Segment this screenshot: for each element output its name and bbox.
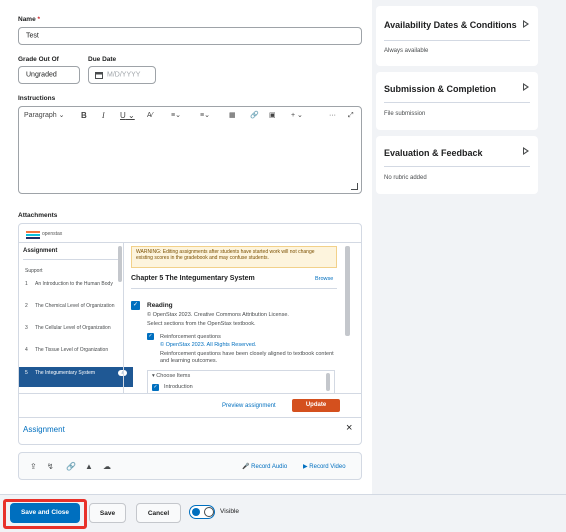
instructions-editor[interactable]: Paragraph ⌄ B I U ⌄ A⁄ ≡⌄ ≡⌄ ▦ 🔗 ▣ + ⌄ ·… — [18, 106, 362, 194]
instructions-label: Instructions — [18, 95, 56, 102]
link-attach-icon[interactable]: 🔗 — [66, 462, 76, 471]
attachment-tools-bar: ⇪ ↯ 🔗 ▲ ☁ 🎤 Record Audio ▶ Record Video — [18, 452, 362, 480]
content-scrollbar[interactable] — [345, 246, 350, 336]
more-actions-button[interactable]: ··· — [329, 110, 336, 122]
attachments-label: Attachments — [18, 212, 58, 219]
record-video-button[interactable]: ▶ Record Video — [303, 463, 346, 470]
chapter-item-2[interactable]: 2 The Chemical Level of Organization — [19, 302, 133, 320]
link-icon[interactable]: 🔗 — [250, 110, 259, 122]
choose-items-box: ▾ Choose Items ✓ Introduction — [147, 370, 335, 394]
footer-bar: Save and Close Save Cancel Visible — [0, 494, 566, 532]
warning-banner: WARNING: Editing assignments after stude… — [131, 246, 337, 268]
list-icon[interactable]: ≡⌄ — [200, 110, 210, 122]
bold-button[interactable]: B — [81, 110, 87, 122]
expand-arrow-icon[interactable] — [523, 83, 529, 91]
chapter-item-1[interactable]: 1 An Introduction to the Human Body — [19, 280, 133, 298]
insert-more-icon[interactable]: + ⌄ — [291, 110, 303, 122]
microphone-icon: 🎤 — [242, 464, 250, 470]
reinforcement-description: Reinforcement questions have been closel… — [160, 351, 334, 364]
chapter-item-3[interactable]: 3 The Cellular Level of Organization — [19, 324, 133, 342]
text-color-icon[interactable]: A⁄ — [147, 110, 153, 122]
name-input[interactable]: Test — [18, 27, 362, 45]
calendar-icon — [95, 72, 103, 79]
resize-handle[interactable] — [351, 183, 358, 190]
italic-button[interactable]: I — [102, 110, 105, 122]
reinforcement-checkbox[interactable]: ✓ — [147, 333, 154, 340]
attachment-panel: openstax Assignment Support 1 An Introduc… — [18, 223, 362, 445]
intro-item-label: Introduction — [164, 384, 193, 390]
due-date-input[interactable]: M/D/YYYY — [88, 66, 156, 84]
sidebar-scrollbar[interactable] — [118, 246, 122, 282]
editor-toolbar: Paragraph ⌄ B I U ⌄ A⁄ ≡⌄ ≡⌄ ▦ 🔗 ▣ + ⌄ ·… — [19, 107, 361, 125]
reading-title: Reading — [147, 302, 173, 309]
reading-license: © OpenStax 2023. Creative Commons Attrib… — [147, 312, 289, 318]
availability-summary: Always available — [384, 48, 429, 54]
choose-items-scrollbar[interactable] — [326, 373, 330, 391]
cancel-button[interactable]: Cancel — [136, 503, 181, 523]
due-date-label: Due Date — [88, 56, 117, 63]
visible-toggle[interactable] — [189, 505, 215, 519]
image-icon[interactable]: ▣ — [269, 110, 276, 122]
video-camera-icon: ▶ — [303, 464, 308, 470]
grade-input[interactable]: Ungraded — [18, 66, 80, 84]
intro-checkbox[interactable]: ✓ — [152, 384, 159, 391]
evaluation-title: Evaluation & Feedback — [384, 148, 483, 158]
reinforcement-title: Reinforcement questions — [160, 334, 221, 340]
update-button[interactable]: Update — [292, 399, 340, 412]
chapter-item-4[interactable]: 4 The Tissue Level of Organization — [19, 346, 133, 364]
google-drive-icon[interactable]: ↯ — [47, 462, 54, 471]
close-icon[interactable]: × — [346, 422, 352, 434]
evaluation-card[interactable]: Evaluation & Feedback No rubric added — [376, 136, 538, 194]
submission-summary: File submission — [384, 111, 426, 117]
insert-stuff-icon[interactable]: ▦ — [229, 110, 236, 122]
grade-label: Grade Out Of — [18, 56, 59, 63]
choose-items-toggle[interactable]: ▾ Choose Items — [152, 373, 190, 379]
chapter-title: Chapter 5 The Integumentary System — [131, 275, 255, 282]
submission-card[interactable]: Submission & Completion File submission — [376, 72, 538, 130]
attachment-item-link[interactable]: Assignment — [23, 425, 65, 434]
expand-arrow-icon[interactable] — [523, 147, 529, 155]
browse-link[interactable]: Browse — [315, 276, 333, 282]
save-and-close-button[interactable]: Save and Close — [10, 503, 80, 523]
availability-title: Availability Dates & Conditions — [384, 20, 517, 30]
reading-description: Select sections from the OpenStax textbo… — [147, 321, 256, 327]
save-button[interactable]: Save — [89, 503, 126, 523]
drive-icon[interactable]: ▲ — [85, 462, 93, 471]
fullscreen-icon[interactable]: ⤢ — [348, 110, 354, 122]
upload-icon[interactable]: ⇪ — [30, 462, 37, 471]
embed-sidebar: Assignment Support 1 An Introduction to t… — [19, 243, 133, 393]
record-audio-button[interactable]: 🎤 Record Audio — [242, 463, 287, 470]
visible-label: Visible — [220, 508, 240, 515]
reinforcement-license: © OpenStax 2023. All Rights Reserved. — [160, 342, 257, 348]
expand-arrow-icon[interactable] — [523, 20, 529, 28]
underline-button[interactable]: U ⌄ — [120, 110, 135, 122]
support-label: Support — [25, 268, 43, 274]
embed-sidebar-title: Assignment — [23, 248, 58, 254]
availability-card[interactable]: Availability Dates & Conditions Always a… — [376, 6, 538, 66]
paragraph-format-select[interactable]: Paragraph ⌄ — [24, 110, 65, 122]
evaluation-summary: No rubric added — [384, 175, 427, 181]
assignment-form: Name * Test Grade Out Of Ungraded Due Da… — [0, 0, 372, 494]
preview-assignment-link[interactable]: Preview assignment — [222, 403, 276, 409]
reading-checkbox[interactable]: ✓ — [131, 301, 140, 310]
align-icon[interactable]: ≡⌄ — [171, 110, 181, 122]
name-label: Name * — [18, 16, 41, 23]
onedrive-icon[interactable]: ☁ — [103, 462, 111, 471]
chapter-item-5-selected[interactable]: 5The Integumentary System 4 — [19, 367, 133, 387]
submission-title: Submission & Completion — [384, 84, 497, 94]
openstax-logo: openstax — [26, 230, 74, 239]
embed-action-row: Preview assignment Update — [19, 393, 361, 417]
